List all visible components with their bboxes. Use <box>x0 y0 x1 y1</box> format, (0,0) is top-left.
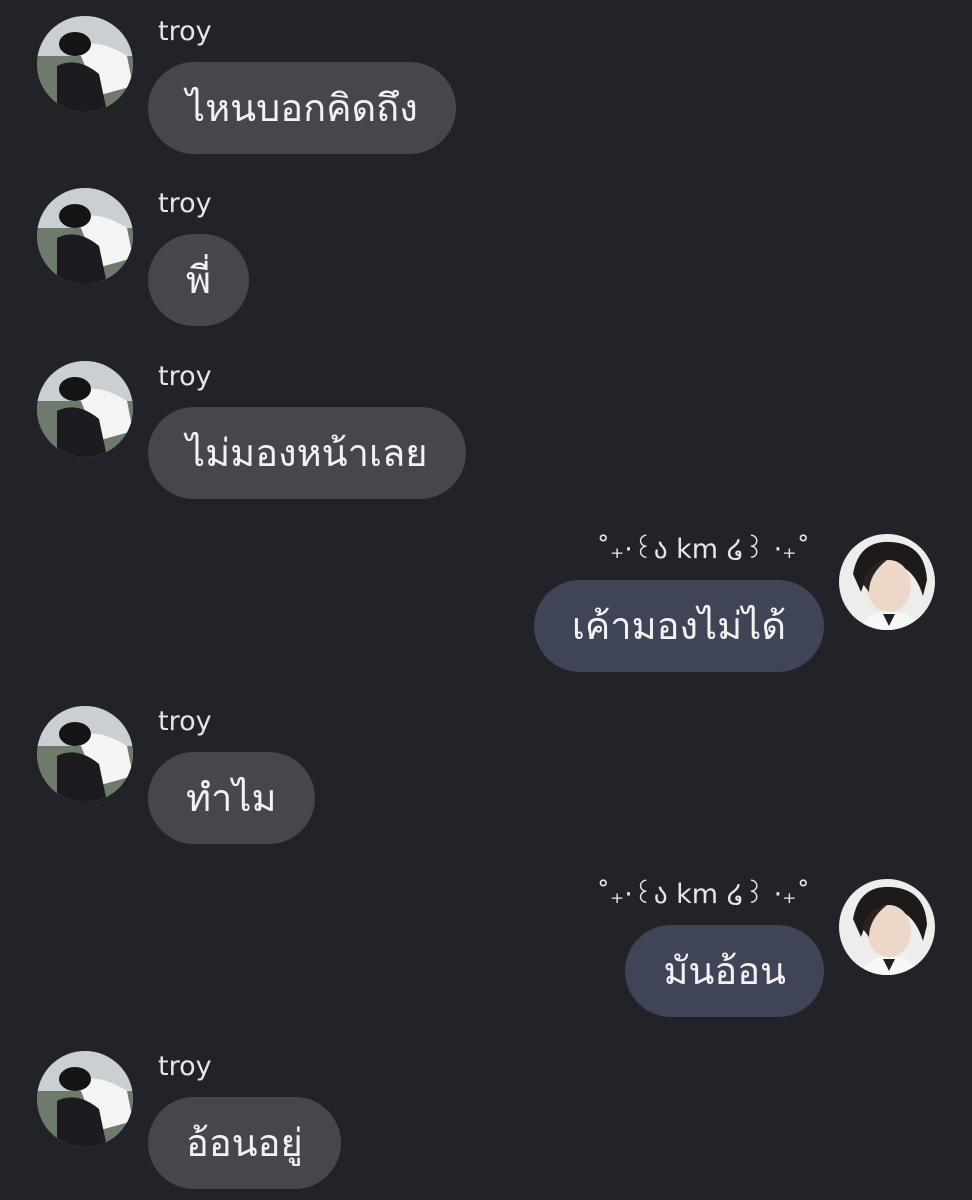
self-avatar[interactable] <box>839 879 935 975</box>
message-row: ˚₊·꒰ა km ໒꒱ ·₊˚ เค้ามองไม่ได้ <box>0 534 972 704</box>
troy-avatar[interactable] <box>37 188 133 284</box>
sender-name: troy <box>158 188 212 219</box>
message-row: troy ไม่มองหน้าเลย <box>0 361 972 531</box>
sender-name: troy <box>158 361 212 392</box>
message-row: troy พี่ <box>0 188 972 358</box>
troy-avatar[interactable] <box>37 361 133 457</box>
sender-name: ˚₊·꒰ა km ໒꒱ ·₊˚ <box>596 534 810 565</box>
sender-name: ˚₊·꒰ა km ໒꒱ ·₊˚ <box>596 879 810 910</box>
troy-avatar[interactable] <box>37 706 133 802</box>
message-bubble[interactable]: ไม่มองหน้าเลย <box>148 407 466 499</box>
troy-avatar[interactable] <box>37 16 133 112</box>
message-bubble[interactable]: ทำไม <box>148 752 315 844</box>
message-bubble[interactable]: มันอ้อน <box>625 925 824 1017</box>
message-row: troy ไหนบอกคิดถึง <box>0 16 972 186</box>
sender-name: troy <box>158 1051 212 1082</box>
message-bubble[interactable]: เค้ามองไม่ได้ <box>533 580 824 672</box>
troy-avatar[interactable] <box>37 1051 133 1147</box>
self-avatar[interactable] <box>839 534 935 630</box>
sender-name: troy <box>158 16 212 47</box>
sender-name: troy <box>158 706 212 737</box>
message-row: ˚₊·꒰ა km ໒꒱ ·₊˚ มันอ้อน <box>0 879 972 1049</box>
message-row: troy อ้อนอยู่ <box>0 1051 972 1200</box>
message-bubble[interactable]: พี่ <box>148 234 250 326</box>
message-bubble[interactable]: อ้อนอยู่ <box>148 1097 341 1189</box>
message-row: troy ทำไม <box>0 706 972 876</box>
message-bubble[interactable]: ไหนบอกคิดถึง <box>148 62 456 154</box>
